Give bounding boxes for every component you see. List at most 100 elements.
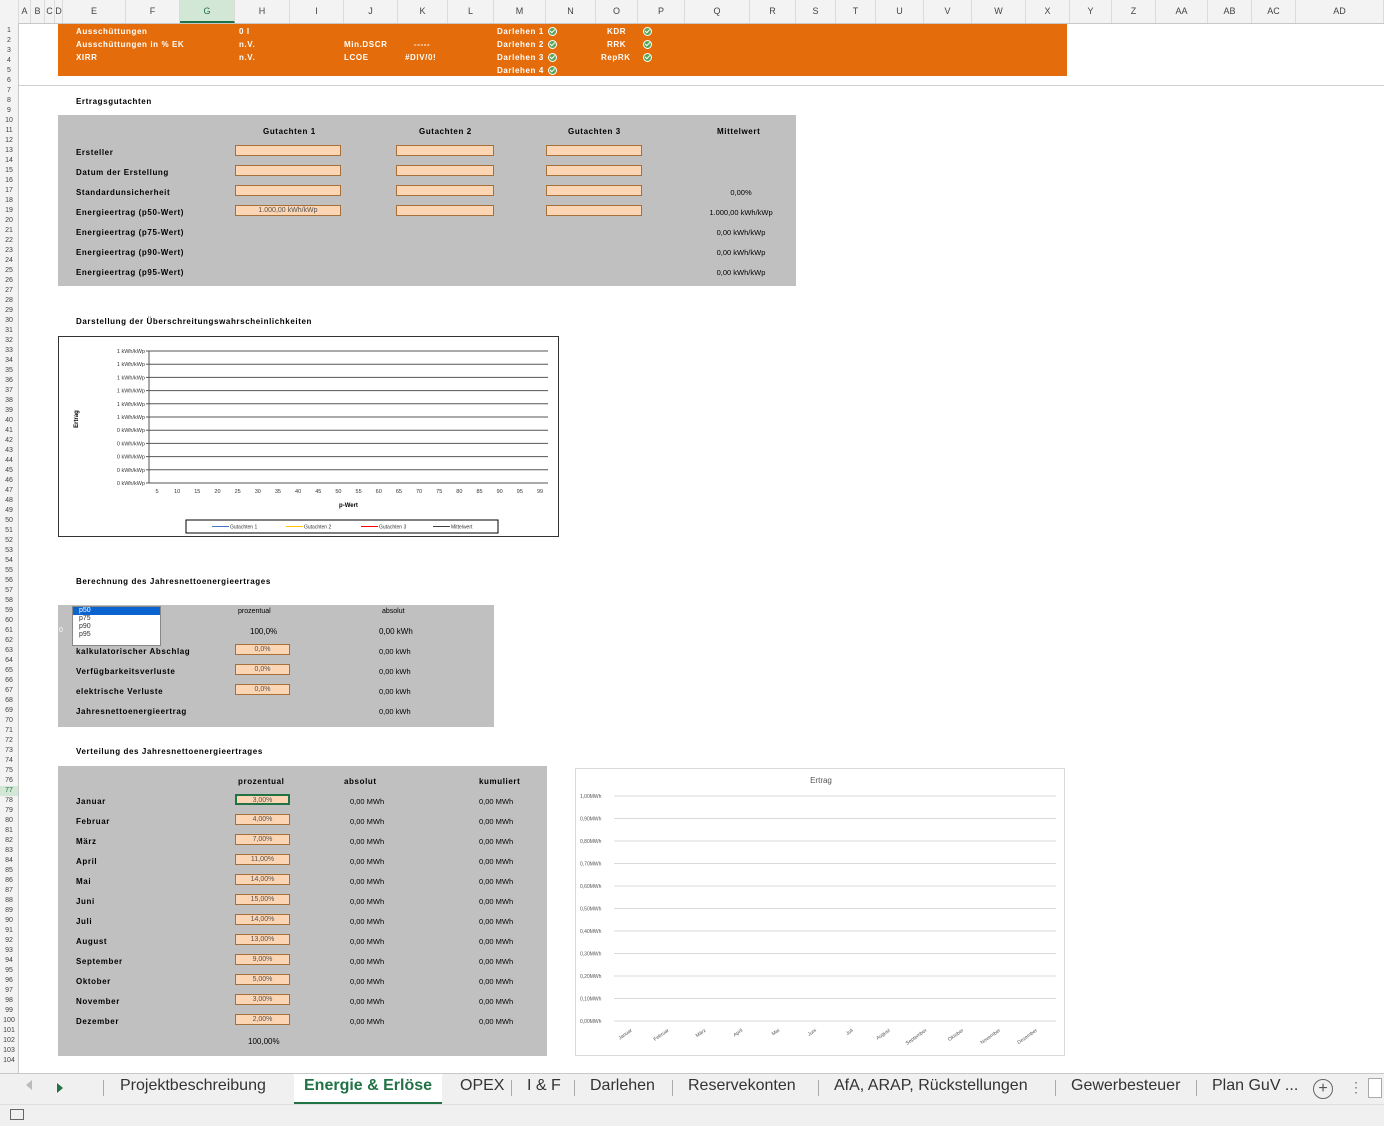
column-header-l[interactable]: L	[448, 0, 494, 23]
row-header-46[interactable]: 46	[0, 476, 18, 486]
add-sheet-icon[interactable]: +	[1313, 1079, 1333, 1099]
row-header-102[interactable]: 102	[0, 1036, 18, 1046]
row-header-36[interactable]: 36	[0, 376, 18, 386]
berechnung-pct-input[interactable]: 0,0%	[235, 684, 290, 695]
month-pct-input[interactable]: 13,00%	[235, 934, 290, 945]
row-header-45[interactable]: 45	[0, 466, 18, 476]
row-header-17[interactable]: 17	[0, 186, 18, 196]
row-header-44[interactable]: 44	[0, 456, 18, 466]
column-header-o[interactable]: O	[596, 0, 638, 23]
row-header-13[interactable]: 13	[0, 146, 18, 156]
column-header-j[interactable]: J	[344, 0, 398, 23]
row-header-52[interactable]: 52	[0, 536, 18, 546]
row-header-103[interactable]: 103	[0, 1046, 18, 1056]
row-header-74[interactable]: 74	[0, 756, 18, 766]
row-header-11[interactable]: 11	[0, 126, 18, 136]
row-header-96[interactable]: 96	[0, 976, 18, 986]
month-pct-input[interactable]: 3,00%	[235, 994, 290, 1005]
row-header-70[interactable]: 70	[0, 716, 18, 726]
column-header-w[interactable]: W	[972, 0, 1026, 23]
berechnung-pct-input[interactable]: 0,0%	[235, 644, 290, 655]
gutachten-1-input[interactable]	[235, 185, 341, 196]
column-header-a[interactable]: A	[19, 0, 31, 23]
row-header-78[interactable]: 78	[0, 796, 18, 806]
row-header-59[interactable]: 59	[0, 606, 18, 616]
month-pct-input[interactable]: 4,00%	[235, 814, 290, 825]
row-header-21[interactable]: 21	[0, 226, 18, 236]
column-header-ad[interactable]: AD	[1296, 0, 1384, 23]
row-header-47[interactable]: 47	[0, 486, 18, 496]
row-header-58[interactable]: 58	[0, 596, 18, 606]
row-header-35[interactable]: 35	[0, 366, 18, 376]
dropdown-option[interactable]: p75	[73, 615, 160, 623]
worksheet[interactable]: Ausschüttungen 0 I Ausschüttungen in % E…	[19, 24, 1384, 1073]
row-header-22[interactable]: 22	[0, 236, 18, 246]
column-header-ab[interactable]: AB	[1208, 0, 1252, 23]
dropdown-option[interactable]: p90	[73, 623, 160, 631]
column-header-t[interactable]: T	[836, 0, 876, 23]
row-header-37[interactable]: 37	[0, 386, 18, 396]
row-header-83[interactable]: 83	[0, 846, 18, 856]
row-header-14[interactable]: 14	[0, 156, 18, 166]
row-header-80[interactable]: 80	[0, 816, 18, 826]
row-header-64[interactable]: 64	[0, 656, 18, 666]
row-header-99[interactable]: 99	[0, 1006, 18, 1016]
row-header-26[interactable]: 26	[0, 276, 18, 286]
monthly-yield-chart[interactable]: Ertrag 0,00MWh 0,10MWh 0,20MWh 0,30MWh 0,40MW…	[575, 768, 1065, 1056]
row-header-3[interactable]: 3	[0, 46, 18, 56]
row-header-72[interactable]: 72	[0, 736, 18, 746]
row-header-10[interactable]: 10	[0, 116, 18, 126]
row-header-97[interactable]: 97	[0, 986, 18, 996]
row-header-18[interactable]: 18	[0, 196, 18, 206]
row-header-57[interactable]: 57	[0, 586, 18, 596]
column-header-q[interactable]: Q	[685, 0, 750, 23]
row-header-48[interactable]: 48	[0, 496, 18, 506]
row-header-81[interactable]: 81	[0, 826, 18, 836]
row-header-93[interactable]: 93	[0, 946, 18, 956]
dropdown-option[interactable]: p50	[73, 607, 160, 615]
column-header-aa[interactable]: AA	[1156, 0, 1208, 23]
sheet-tab[interactable]: Projektbeschreibung	[120, 1074, 266, 1102]
row-header-27[interactable]: 27	[0, 286, 18, 296]
gutachten-1-input[interactable]	[235, 165, 341, 176]
row-header-2[interactable]: 2	[0, 36, 18, 46]
column-header-b[interactable]: B	[31, 0, 45, 23]
row-header-39[interactable]: 39	[0, 406, 18, 416]
gutachten-3-input[interactable]	[546, 145, 642, 156]
macro-record-icon[interactable]	[10, 1109, 24, 1120]
row-header-86[interactable]: 86	[0, 876, 18, 886]
column-header-n[interactable]: N	[546, 0, 596, 23]
hscroll-left-icon[interactable]	[1368, 1078, 1382, 1098]
sheet-tab[interactable]: OPEX	[460, 1074, 504, 1102]
sheet-tab[interactable]: Energie & Erlöse	[294, 1074, 443, 1105]
gutachten-2-input[interactable]	[396, 165, 494, 176]
row-header-24[interactable]: 24	[0, 256, 18, 266]
column-header-ac[interactable]: AC	[1252, 0, 1296, 23]
exceedance-chart[interactable]: 1 kWh/kWp 1 kWh/kWp 1 kWh/kWp 1 kWh/kWp 1 kW…	[58, 336, 559, 537]
sheet-tab[interactable]: Plan GuV ...	[1212, 1074, 1298, 1102]
month-pct-input[interactable]: 3,00%	[235, 794, 290, 805]
row-header-16[interactable]: 16	[0, 176, 18, 186]
sheet-tab[interactable]: Darlehen	[590, 1074, 655, 1102]
more-options-icon[interactable]: ⋮	[1349, 1080, 1363, 1094]
row-header-79[interactable]: 79	[0, 806, 18, 816]
row-header-20[interactable]: 20	[0, 216, 18, 226]
row-header-62[interactable]: 62	[0, 636, 18, 646]
gutachten-3-input[interactable]	[546, 205, 642, 216]
row-header-29[interactable]: 29	[0, 306, 18, 316]
row-header-67[interactable]: 67	[0, 686, 18, 696]
row-header-73[interactable]: 73	[0, 746, 18, 756]
row-header-38[interactable]: 38	[0, 396, 18, 406]
row-header-68[interactable]: 68	[0, 696, 18, 706]
row-header-87[interactable]: 87	[0, 886, 18, 896]
column-header-c[interactable]: C	[45, 0, 55, 23]
month-pct-input[interactable]: 14,00%	[235, 914, 290, 925]
row-header-51[interactable]: 51	[0, 526, 18, 536]
column-header-y[interactable]: Y	[1070, 0, 1112, 23]
row-header-34[interactable]: 34	[0, 356, 18, 366]
column-header-p[interactable]: P	[638, 0, 685, 23]
row-header-77[interactable]: 77	[0, 786, 18, 796]
sheet-tab[interactable]: Gewerbesteuer	[1071, 1074, 1180, 1102]
column-header-u[interactable]: U	[876, 0, 924, 23]
gutachten-1-input[interactable]: 1.000,00 kWh/kWp	[235, 205, 341, 216]
